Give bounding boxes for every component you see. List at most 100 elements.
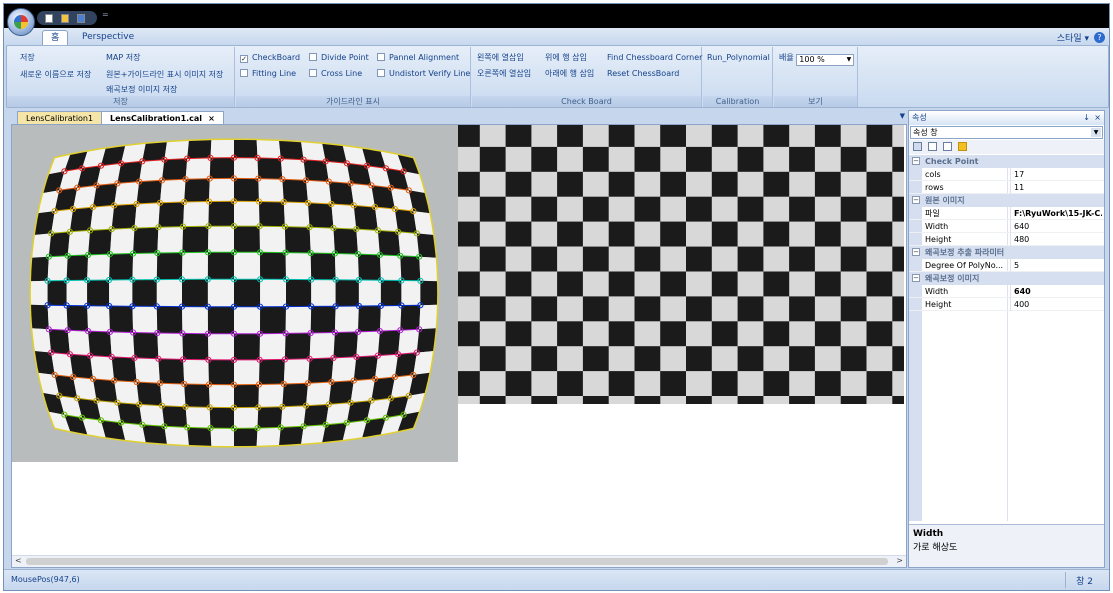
property-value[interactable]: 11 xyxy=(1010,181,1102,194)
map-save-button[interactable]: MAP 저장 xyxy=(106,52,140,63)
open-folder-icon[interactable] xyxy=(61,14,69,23)
group-view: 배율 100 % ▼ 보기 xyxy=(774,47,858,107)
collapse-icon[interactable]: − xyxy=(912,248,920,256)
insert-col-right-button[interactable]: 오른쪽에 열삽입 xyxy=(477,68,531,79)
property-value[interactable]: F:\RyuWork\15-JK-C... xyxy=(1010,207,1102,220)
property-key: Width xyxy=(925,287,949,296)
group-guideline-label: 가이드라인 표시 xyxy=(236,96,470,107)
fitting-line-checkbox[interactable]: Fitting Line xyxy=(240,69,296,78)
group-save-label: 저장 xyxy=(7,96,234,107)
image-canvas[interactable]: < > xyxy=(11,124,907,568)
properties-toolbar xyxy=(909,140,1104,154)
save-guideline-image-button[interactable]: 원본+가이드라인 표시 이미지 저장 xyxy=(106,69,223,80)
tab-lenscalibration1[interactable]: LensCalibration1 xyxy=(17,111,103,124)
divide-point-checkbox[interactable]: Divide Point xyxy=(309,53,369,62)
description-title: Width xyxy=(913,529,944,539)
property-category[interactable]: − Check Point xyxy=(909,155,1104,168)
property-row[interactable]: Height 400 xyxy=(909,298,1104,311)
scroll-left-icon[interactable]: < xyxy=(15,556,22,565)
find-chessboard-corner-button[interactable]: Find Chessboard Corner xyxy=(607,53,702,62)
save-button[interactable]: 저장 xyxy=(20,52,35,63)
app-window: = 홈 Perspective 스타일 ▾ ? 저장 새로운 이름으로 저장 M… xyxy=(3,3,1110,591)
property-key: rows xyxy=(925,183,944,192)
app-logo-icon xyxy=(14,15,28,29)
description-text: 가로 해상도 xyxy=(913,543,958,553)
object-selector[interactable]: 속성 창 ▼ xyxy=(910,126,1103,139)
ribbon: 저장 새로운 이름으로 저장 MAP 저장 원본+가이드라인 표시 이미지 저장… xyxy=(6,45,1109,108)
close-icon[interactable]: × xyxy=(1094,111,1101,125)
property-row[interactable]: Width 640 xyxy=(909,285,1104,298)
collapse-icon[interactable]: − xyxy=(912,196,920,204)
title-bar: = xyxy=(4,4,1109,28)
checkboard-checkbox[interactable]: ✓ CheckBoard xyxy=(240,53,300,63)
property-row[interactable]: Width 640 xyxy=(909,220,1104,233)
property-row[interactable]: Height 480 xyxy=(909,233,1104,246)
property-category[interactable]: − 원본 이미지 xyxy=(909,194,1104,207)
scrollbar-thumb[interactable] xyxy=(26,558,888,565)
events-icon[interactable] xyxy=(957,142,967,151)
pannel-alignment-checkbox[interactable]: Pannel Alignment xyxy=(377,53,459,62)
scroll-right-icon[interactable]: > xyxy=(896,556,903,565)
property-value[interactable]: 480 xyxy=(1010,233,1102,246)
property-key: Degree Of PolyNo... xyxy=(925,261,1004,270)
tab-list-dropdown-icon[interactable]: ▼ xyxy=(900,112,905,120)
collapse-icon[interactable]: − xyxy=(912,157,920,165)
property-pages-icon[interactable] xyxy=(942,142,952,151)
property-row[interactable]: rows 11 xyxy=(909,181,1104,194)
property-category[interactable]: − 왜곡보정 추출 파라미터 xyxy=(909,246,1104,259)
zoom-control: 배율 100 % ▼ xyxy=(779,52,855,66)
style-menu[interactable]: 스타일 ▾ xyxy=(1057,31,1089,44)
properties-title: 속성 xyxy=(912,113,927,122)
horizontal-scrollbar[interactable]: < > xyxy=(12,555,906,567)
collapse-icon[interactable]: − xyxy=(912,274,920,282)
property-row[interactable]: Degree Of PolyNo... 5 xyxy=(909,259,1104,272)
reset-chessboard-button[interactable]: Reset ChessBoard xyxy=(607,69,679,78)
checkbox-checked-icon: ✓ xyxy=(240,55,248,63)
alphabetical-icon[interactable] xyxy=(927,142,937,151)
close-icon[interactable]: × xyxy=(208,114,215,123)
property-value[interactable]: 640 xyxy=(1010,285,1102,298)
tab-home[interactable]: 홈 xyxy=(42,30,69,45)
chevron-down-icon: ▼ xyxy=(1091,128,1101,137)
mouse-position: MousePos(947,6) xyxy=(11,575,80,584)
run-polynomial-button[interactable]: Run_Polynomial xyxy=(707,53,770,62)
new-file-icon[interactable] xyxy=(45,14,53,23)
zoom-select[interactable]: 100 % ▼ xyxy=(796,54,855,66)
pin-icon[interactable]: ↓ xyxy=(1083,111,1090,125)
group-save: 저장 새로운 이름으로 저장 MAP 저장 원본+가이드라인 표시 이미지 저장… xyxy=(7,47,235,107)
property-value[interactable]: 640 xyxy=(1010,220,1102,233)
group-calibration: Run_Polynomial Calibration xyxy=(703,47,773,107)
property-value[interactable]: 17 xyxy=(1010,168,1102,181)
property-category[interactable]: − 왜곡보정 이미지 xyxy=(909,272,1104,285)
properties-header: 속성 ↓ × xyxy=(909,111,1104,125)
window-count: 창 2 xyxy=(1076,577,1093,587)
property-value[interactable]: 400 xyxy=(1010,298,1102,311)
save-undistort-image-button[interactable]: 왜곡보정 이미지 저장 xyxy=(106,84,177,95)
group-checkboard-label: Check Board xyxy=(472,96,701,107)
property-key: Height xyxy=(925,300,952,309)
categorized-icon[interactable] xyxy=(913,142,922,151)
tab-perspective[interactable]: Perspective xyxy=(74,30,142,45)
zoom-label: 배율 xyxy=(779,53,794,62)
undistort-verify-line-checkbox[interactable]: Undistort Verify Line xyxy=(377,69,470,78)
save-icon[interactable] xyxy=(77,14,85,23)
insert-row-below-button[interactable]: 아래에 행 삽입 xyxy=(545,68,594,79)
property-value[interactable]: 5 xyxy=(1010,259,1102,272)
property-key: Width xyxy=(925,222,949,231)
tab-lenscalibration1-cal[interactable]: LensCalibration1.cal × xyxy=(101,111,224,124)
qat-dropdown[interactable]: = xyxy=(102,10,109,19)
save-as-button[interactable]: 새로운 이름으로 저장 xyxy=(20,69,91,80)
application-button[interactable] xyxy=(7,8,35,36)
property-grid: − Check Point cols 17 rows 11− 원본 이미지파일 F:\RyuW… xyxy=(909,155,1104,311)
group-checkboard: 왼쪽에 열삽입 오른쪽에 열삽입 위에 행 삽입 아래에 행 삽입 Find C… xyxy=(472,47,702,107)
insert-row-above-button[interactable]: 위에 행 삽입 xyxy=(545,52,587,63)
property-key: 파일 xyxy=(925,209,940,218)
property-row[interactable]: cols 17 xyxy=(909,168,1104,181)
cross-line-checkbox[interactable]: Cross Line xyxy=(309,69,362,78)
insert-col-left-button[interactable]: 왼쪽에 열삽입 xyxy=(477,52,524,63)
help-icon[interactable]: ? xyxy=(1094,32,1105,43)
group-view-label: 보기 xyxy=(774,96,857,107)
property-row[interactable]: 파일 F:\RyuWork\15-JK-C... xyxy=(909,207,1104,220)
document-tabs: LensCalibration1 LensCalibration1.cal × ▼ xyxy=(11,110,907,124)
checker-squares xyxy=(30,139,438,447)
